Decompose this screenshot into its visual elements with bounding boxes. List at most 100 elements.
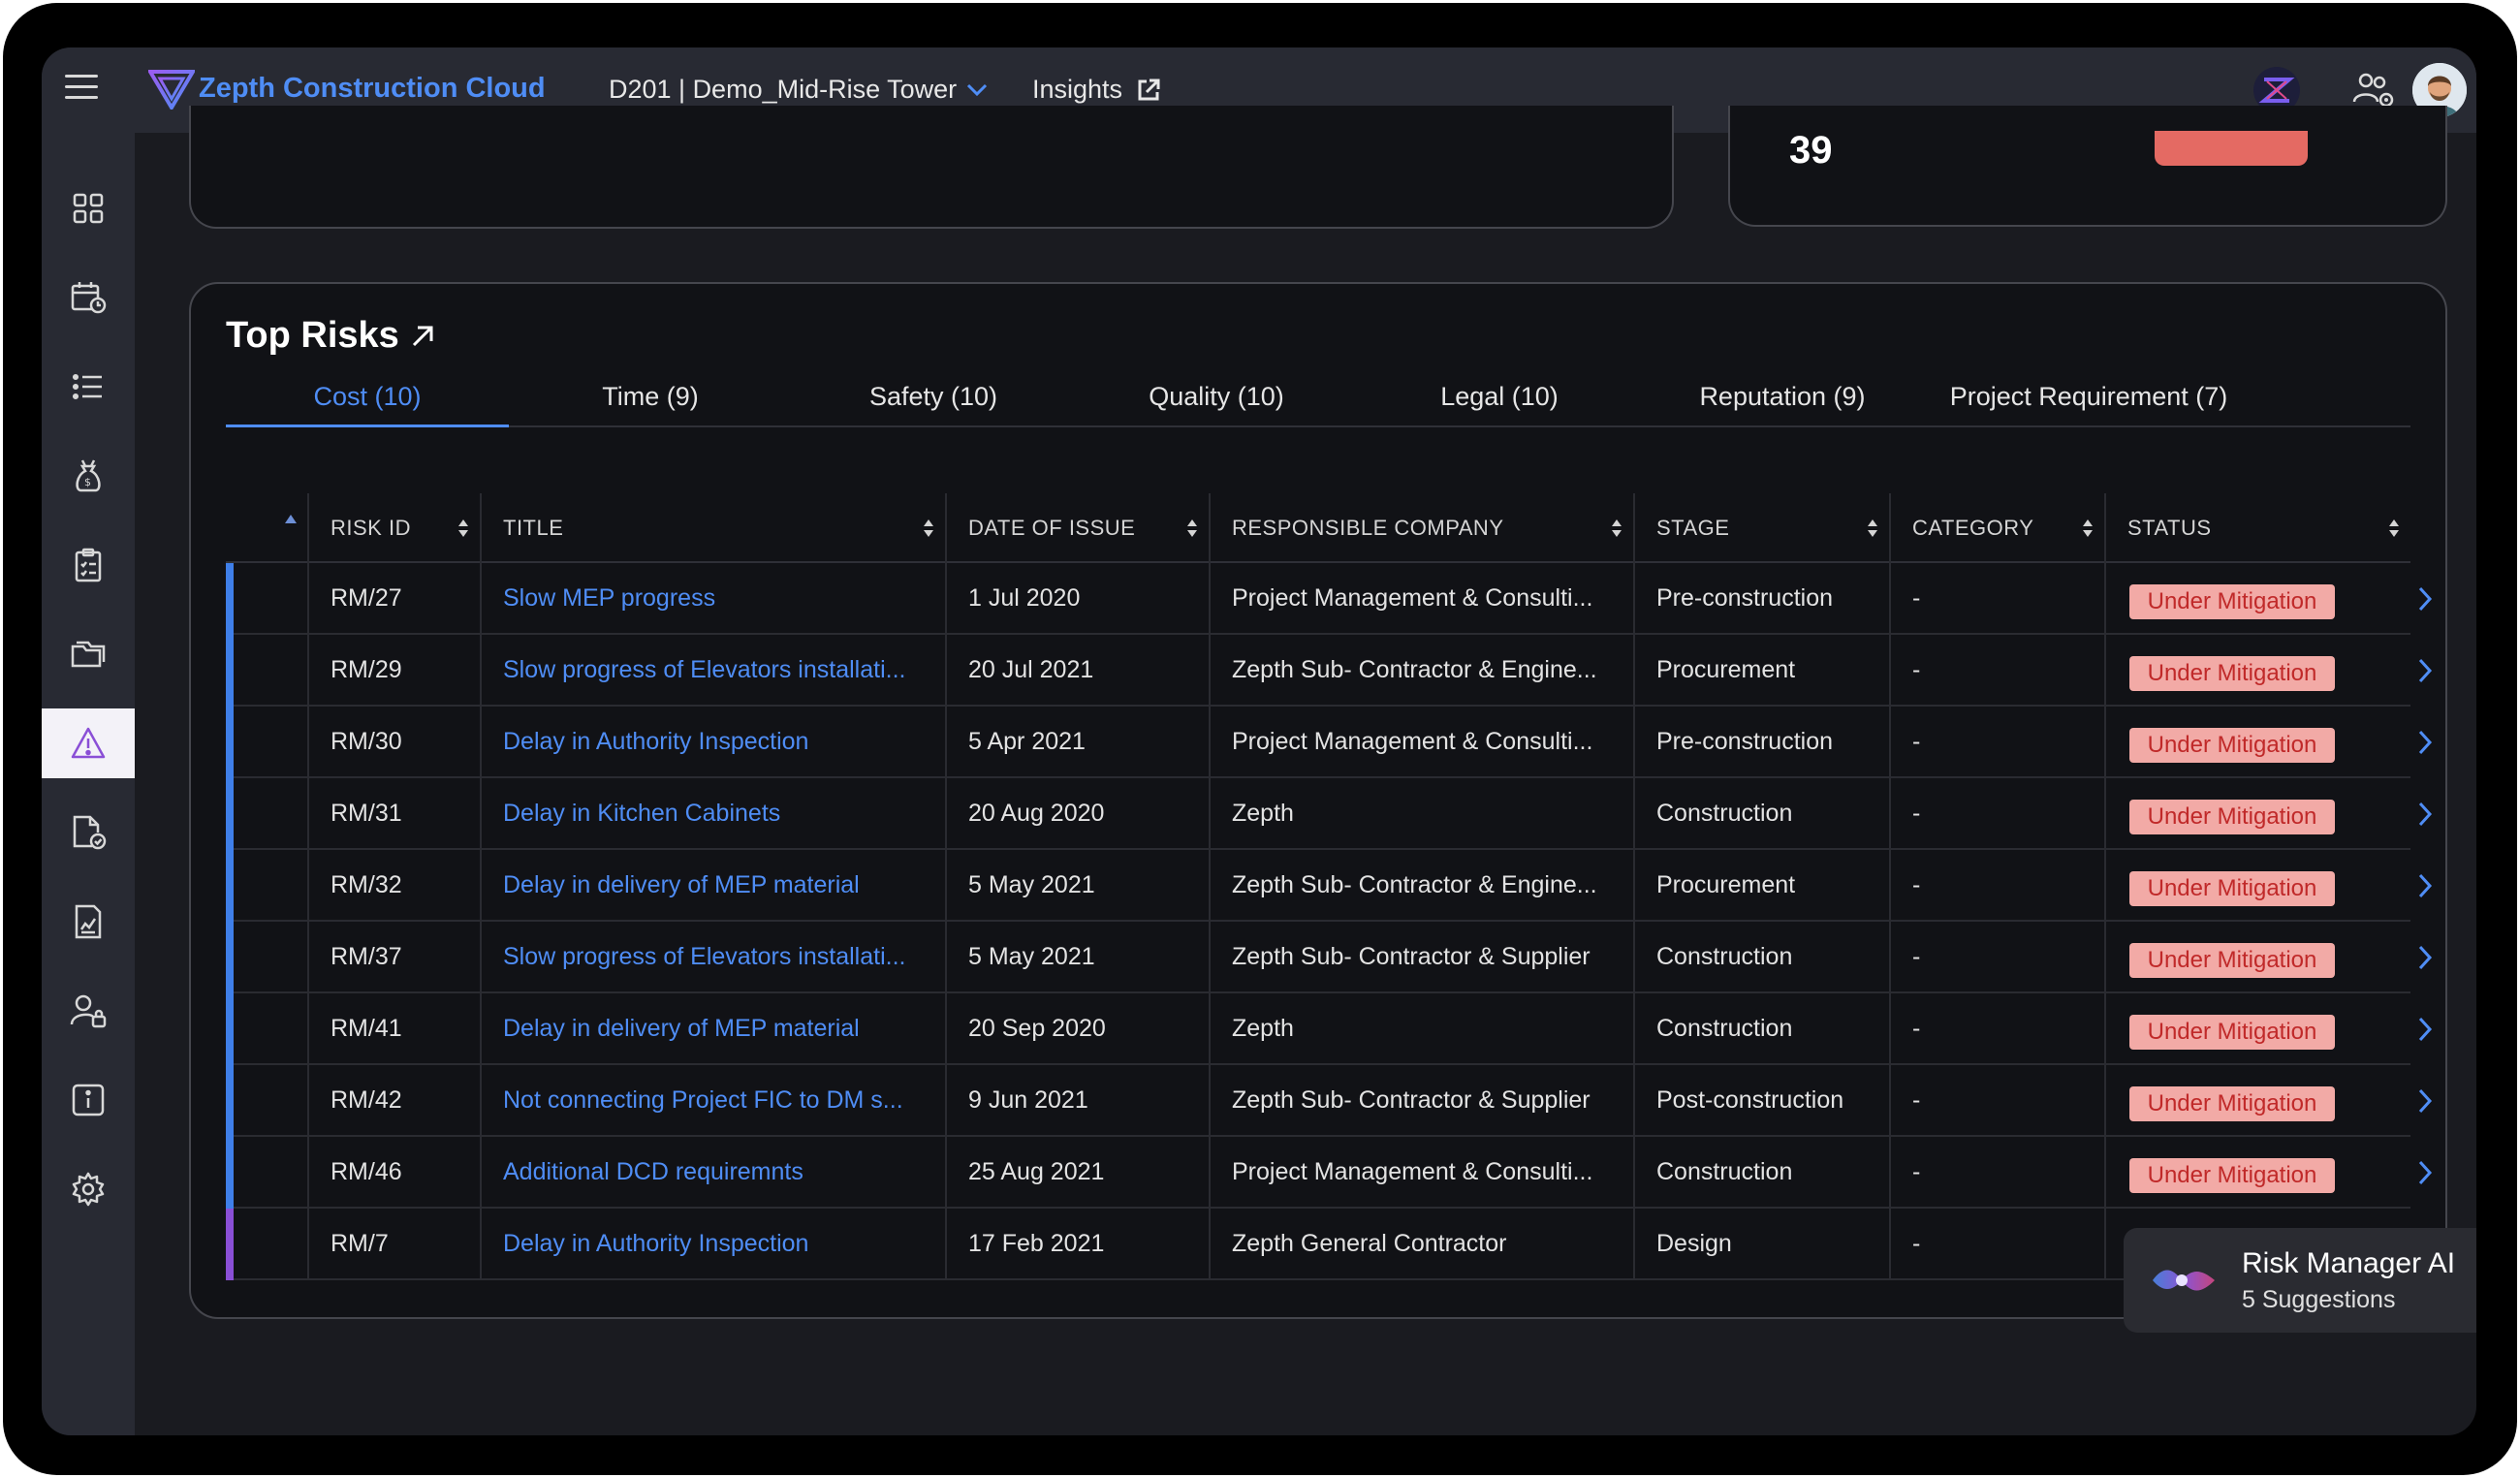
- brand-name[interactable]: Zepth Construction Cloud: [199, 73, 546, 105]
- sort-icon[interactable]: [2387, 517, 2401, 540]
- gear-icon: [72, 1172, 105, 1207]
- column-header-date[interactable]: DATE OF ISSUE: [947, 493, 1211, 563]
- sidebar-item-finance[interactable]: $: [42, 441, 135, 511]
- table-row[interactable]: RM/37 Slow progress of Elevators installa…: [226, 922, 2433, 993]
- date-of-issue-cell: 9 Jun 2021: [947, 1065, 1211, 1137]
- sidebar-item-list[interactable]: [42, 352, 135, 422]
- sidebar-item-dashboard[interactable]: [42, 173, 135, 243]
- sidebar-item-users[interactable]: [42, 976, 135, 1046]
- table-row[interactable]: RM/29 Slow progress of Elevators installa…: [226, 635, 2433, 707]
- table-row[interactable]: RM/41 Delay in delivery of MEP material 20…: [226, 993, 2433, 1065]
- chevron-right-icon[interactable]: [2414, 656, 2436, 685]
- chevron-right-icon[interactable]: [2414, 800, 2436, 829]
- table-row[interactable]: RM/31 Delay in Kitchen Cabinets 20 Aug 202…: [226, 778, 2433, 850]
- chevron-right-icon[interactable]: [2414, 1158, 2436, 1187]
- tab-quality[interactable]: Quality (10): [1075, 377, 1358, 427]
- risk-title-link[interactable]: Slow progress of Elevators installati...: [482, 922, 947, 993]
- date-of-issue-cell: 17 Feb 2021: [947, 1209, 1211, 1280]
- top-risks-title[interactable]: Top Risks: [226, 315, 436, 357]
- risk-title-link[interactable]: Slow progress of Elevators installati...: [482, 635, 947, 707]
- sort-icon[interactable]: [1866, 517, 1879, 540]
- project-selector[interactable]: D201 | Demo_Mid-Rise Tower: [609, 75, 988, 105]
- sidebar-item-checklist[interactable]: [42, 530, 135, 600]
- risk-title-text[interactable]: Slow progress of Elevators installati...: [503, 635, 905, 705]
- status-badge: Under Mitigation: [2129, 1086, 2335, 1121]
- risk-title-link[interactable]: Not connecting Project FIC to DM s...: [482, 1065, 947, 1137]
- risk-title-link[interactable]: Delay in delivery of MEP material: [482, 850, 947, 922]
- table-row[interactable]: RM/42 Not connecting Project FIC to DM s.…: [226, 1065, 2433, 1137]
- sidebar-item-info[interactable]: [42, 1065, 135, 1135]
- table-row[interactable]: RM/46 Additional DCD requiremnts 25 Aug 20…: [226, 1137, 2433, 1209]
- stage-cell: Construction: [1635, 1137, 1891, 1209]
- column-header-status[interactable]: STATUS: [2106, 493, 2410, 563]
- date-text: 25 Aug 2021: [968, 1158, 1105, 1185]
- risk-title-text[interactable]: Not connecting Project FIC to DM s...: [503, 1065, 903, 1135]
- tab-cost[interactable]: Cost (10): [226, 377, 509, 427]
- insights-link[interactable]: Insights: [1032, 75, 1161, 105]
- app-screen: Zepth Construction Cloud D201 | Demo_Mid…: [42, 47, 2476, 1435]
- risk-title-link[interactable]: Delay in Authority Inspection: [482, 1209, 947, 1280]
- risk-manager-ai-popup[interactable]: Risk Manager AI 5 Suggestions: [2124, 1228, 2476, 1333]
- project-name: D201 | Demo_Mid-Rise Tower: [609, 75, 958, 104]
- id-text: RM/37: [331, 943, 402, 970]
- risk-title-text[interactable]: Delay in delivery of MEP material: [503, 993, 860, 1063]
- risk-title-text[interactable]: Slow progress of Elevators installati...: [503, 922, 905, 991]
- sort-icon[interactable]: [2081, 517, 2095, 540]
- risk-id-cell: RM/7: [309, 1209, 482, 1280]
- sidebar-item-schedule[interactable]: [42, 263, 135, 332]
- risk-title-link[interactable]: Delay in Kitchen Cabinets: [482, 778, 947, 850]
- column-header-risk-id[interactable]: RISK ID: [309, 493, 482, 563]
- chevron-right-icon[interactable]: [2414, 728, 2436, 757]
- chevron-right-icon[interactable]: [2414, 871, 2436, 900]
- column-header-title[interactable]: TITLE: [482, 493, 947, 563]
- sort-icon[interactable]: [1185, 517, 1199, 540]
- company-text: Zepth General Contractor: [1232, 1230, 1507, 1257]
- category-cell: -: [1891, 850, 2106, 922]
- chevron-right-icon[interactable]: [2414, 1015, 2436, 1044]
- risk-title-link[interactable]: Slow MEP progress: [482, 563, 947, 635]
- team-settings-icon[interactable]: [2352, 71, 2395, 110]
- sort-icon[interactable]: [457, 517, 470, 540]
- table-row[interactable]: RM/32 Delay in delivery of MEP material 5 …: [226, 850, 2433, 922]
- column-header-stage[interactable]: STAGE: [1635, 493, 1891, 563]
- risk-title-text[interactable]: Delay in Kitchen Cabinets: [503, 778, 780, 848]
- sidebar-item-settings[interactable]: [42, 1154, 135, 1224]
- risk-title-text[interactable]: Slow MEP progress: [503, 563, 715, 633]
- risk-title-link[interactable]: Delay in delivery of MEP material: [482, 993, 947, 1065]
- risk-title-link[interactable]: Delay in Authority Inspection: [482, 707, 947, 778]
- menu-icon[interactable]: [65, 75, 98, 104]
- stage-cell: Procurement: [1635, 850, 1891, 922]
- tab-safety[interactable]: Safety (10): [792, 377, 1075, 427]
- risk-title-text[interactable]: Additional DCD requiremnts: [503, 1137, 803, 1207]
- table-row[interactable]: RM/27 Slow MEP progress 1 Jul 2020 Project …: [226, 563, 2433, 635]
- risk-title-text[interactable]: Delay in delivery of MEP material: [503, 850, 860, 920]
- sidebar-item-approvals[interactable]: [42, 798, 135, 867]
- id-text: RM/46: [331, 1158, 402, 1185]
- chevron-right-icon[interactable]: [2414, 584, 2436, 613]
- column-header-company[interactable]: RESPONSIBLE COMPANY: [1211, 493, 1635, 563]
- external-link-icon: [1138, 79, 1160, 100]
- tab-project-requirement[interactable]: Project Requirement (7): [1924, 377, 2253, 427]
- row-select-cell: [226, 1209, 309, 1280]
- risk-title-text[interactable]: Delay in Authority Inspection: [503, 1209, 808, 1278]
- category-cell: -: [1891, 1137, 2106, 1209]
- sort-icon[interactable]: [922, 517, 935, 540]
- tab-legal[interactable]: Legal (10): [1358, 377, 1641, 427]
- sidebar-item-documents[interactable]: [42, 619, 135, 689]
- company-text: Zepth Sub- Contractor & Supplier: [1232, 1086, 1591, 1114]
- risk-title-text[interactable]: Delay in Authority Inspection: [503, 707, 808, 776]
- column-label: DATE OF ISSUE: [968, 516, 1136, 540]
- column-header-category[interactable]: CATEGORY: [1891, 493, 2106, 563]
- tab-reputation[interactable]: Reputation (9): [1641, 377, 1924, 427]
- category-cell: -: [1891, 635, 2106, 707]
- column-header-select[interactable]: [226, 493, 309, 563]
- table-row[interactable]: RM/7 Delay in Authority Inspection 17 Feb …: [226, 1209, 2410, 1280]
- chevron-right-icon[interactable]: [2414, 943, 2436, 972]
- risk-title-link[interactable]: Additional DCD requiremnts: [482, 1137, 947, 1209]
- sidebar-item-reports[interactable]: [42, 887, 135, 957]
- sidebar-item-risks[interactable]: [42, 708, 135, 778]
- chevron-right-icon[interactable]: [2414, 1086, 2436, 1116]
- table-row[interactable]: RM/30 Delay in Authority Inspection 5 Apr …: [226, 707, 2433, 778]
- tab-time[interactable]: Time (9): [509, 377, 792, 427]
- sort-icon[interactable]: [1610, 517, 1623, 540]
